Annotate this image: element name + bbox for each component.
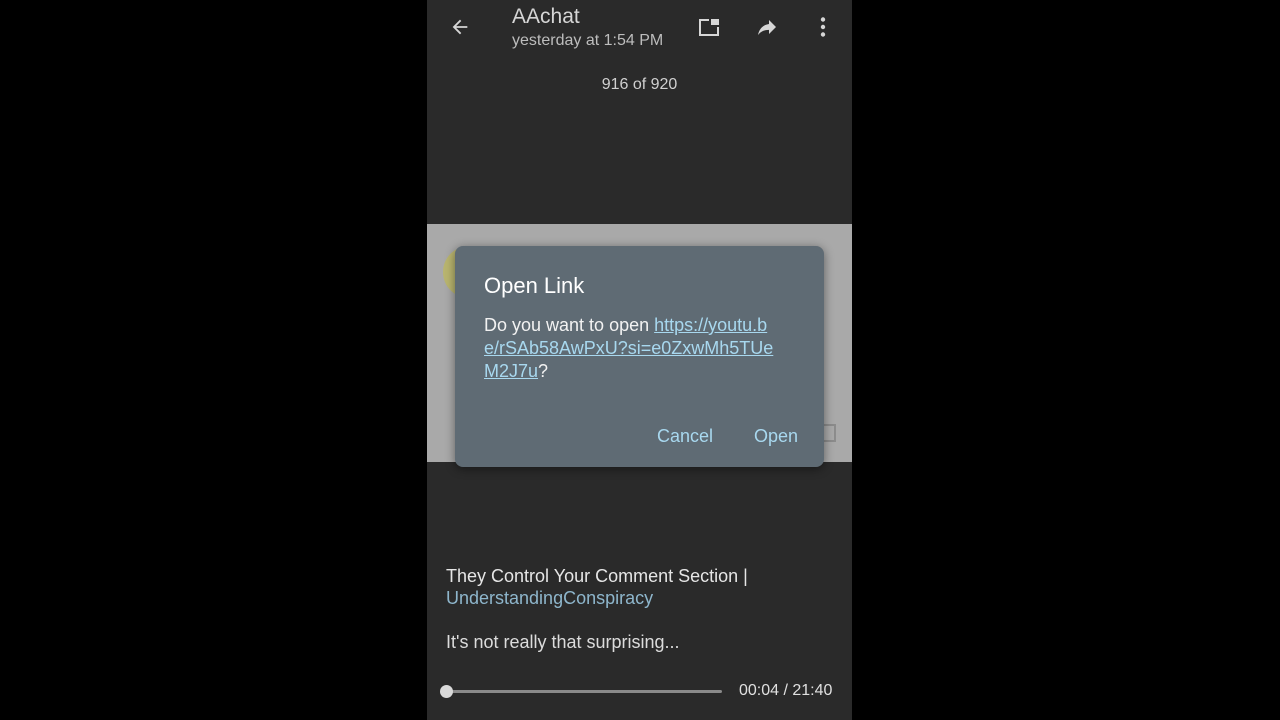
progress-thumb[interactable] [439,685,453,698]
more-options-button[interactable] [808,12,838,42]
media-counter: 916 of 920 [601,76,678,93]
chat-title: AAchat [512,5,580,28]
picture-in-picture-button[interactable] [695,12,725,42]
back-button[interactable] [445,12,475,42]
dialog-message: Do you want to open https://youtu.be/rSA… [484,314,774,383]
dialog-message-prefix: Do you want to open [484,315,655,335]
playback-time: 00:04 / 21:40 [739,682,833,699]
back-arrow-icon [452,19,468,35]
caption-text: It's not really that surprising... [446,632,680,652]
open-link-dialog: Open Link Do you want to open https://yo… [455,246,824,467]
media-viewer: AAchat yesterday at 1:54 PM 916 of 920 O… [427,0,852,720]
share-button[interactable] [752,12,782,42]
dialog-message-suffix: ? [538,361,549,381]
caption-title-text: They Control Your Comment Section | [446,566,748,586]
dialog-title: Open Link [484,273,585,298]
open-button[interactable]: Open [754,426,798,447]
cancel-button[interactable]: Cancel [657,426,713,447]
caption-hashtag[interactable]: UnderstandingConspiracy [446,588,653,608]
progress-bar[interactable] [439,685,722,698]
message-timestamp: yesterday at 1:54 PM [512,32,664,49]
caption-title: They Control Your Comment Section | Unde… [446,565,836,609]
picture-in-picture-icon [699,17,721,36]
share-forward-icon [758,20,776,35]
more-vert-icon [820,17,826,37]
